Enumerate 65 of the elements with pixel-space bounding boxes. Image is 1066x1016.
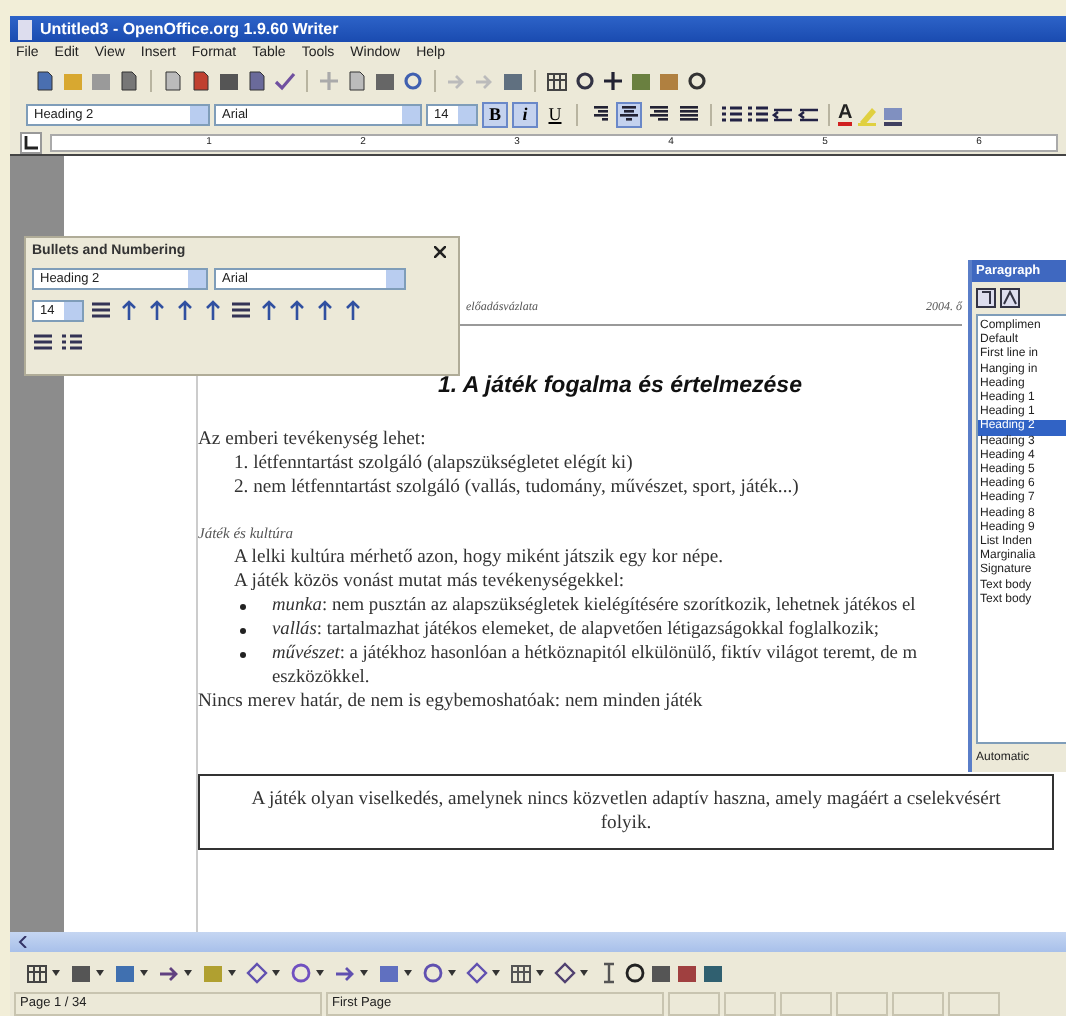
dropdown-caret-icon[interactable]	[360, 969, 368, 975]
up-icon[interactable]	[258, 300, 280, 322]
table-icon[interactable]	[546, 69, 568, 91]
horizontal-scrollbar[interactable]	[10, 932, 1066, 952]
scroll-left-icon[interactable]	[18, 936, 28, 948]
status-bar-field	[892, 992, 944, 1016]
dropdown-caret-icon[interactable]	[228, 969, 236, 975]
document-icon[interactable]	[162, 69, 184, 91]
plus-icon[interactable]	[602, 69, 624, 91]
bullet-icon	[240, 604, 246, 610]
list-item-text: vallás: tartalmazhat játékos elemeket, de alapvetően létigazságokkal foglalkozik;	[272, 618, 880, 642]
document-heading: 1. A játék fogalma és értelmezése	[438, 374, 802, 398]
paragraph-styles-icon[interactable]	[976, 288, 996, 308]
paragraph: 2. nem létfenntartást szolgáló (vallás, tudomány, művészet, sport, játék...)	[232, 476, 799, 500]
align-center-button[interactable]	[616, 101, 642, 127]
align-right-button[interactable]	[646, 101, 672, 127]
status-bar-field	[724, 992, 776, 1016]
align-justify-button[interactable]	[676, 101, 702, 127]
dropdown-caret-icon[interactable]	[184, 969, 192, 975]
background-color-icon[interactable]	[882, 103, 905, 125]
status-bar-field	[668, 992, 720, 1016]
list-icon[interactable]	[230, 300, 252, 322]
new-document-icon[interactable]	[34, 69, 56, 91]
paragraph: A játék közös vonást mutat más tevékenységekkel:	[232, 570, 625, 594]
up-sub-icon[interactable]	[314, 300, 336, 322]
dropdown-caret-icon[interactable]	[272, 969, 280, 975]
status-bar-field	[948, 992, 1000, 1016]
status-bar-field	[836, 992, 888, 1016]
dropdown-caret-icon[interactable]	[492, 969, 500, 975]
list-icon[interactable]	[60, 332, 82, 354]
boxed-definition: A játék olyan viselkedés, amelynek nincs közvetlen adaptív haszna, amely magáért a cselekvésért folyik.	[198, 774, 1054, 850]
diamond-icon[interactable]	[246, 961, 268, 983]
square-icon[interactable]	[378, 961, 400, 983]
tab-stop-icon[interactable]	[20, 132, 42, 154]
paragraph: 1. létfenntartást szolgáló (alapszükségletet elégít ki)	[232, 452, 633, 476]
bullet-list-icon[interactable]	[720, 103, 742, 125]
paragraph: A lelki kultúra mérhető azon, hogy miként játszik egy kor népe.	[232, 546, 724, 570]
font-color-button[interactable]: A	[838, 103, 853, 125]
close-icon[interactable]	[434, 245, 446, 257]
paragraph: Az emberi tevékenység lehet:	[198, 428, 426, 452]
table-icon[interactable]	[26, 961, 48, 983]
dropdown-caret-icon[interactable]	[96, 969, 104, 975]
document-icon	[16, 19, 34, 39]
dropdown-caret-icon[interactable]	[52, 969, 60, 975]
bullet-icon	[240, 628, 246, 634]
list-item-text: művészet: a játékhoz hasonlóan a hétköznapitól elkülönülő, fiktív világot teremt, de m	[272, 642, 918, 666]
underline-button[interactable]: U	[542, 101, 568, 127]
dropdown-caret-icon[interactable]	[580, 969, 588, 975]
text-cursor-icon[interactable]	[598, 961, 620, 983]
dropdown-caret-icon[interactable]	[316, 969, 324, 975]
paragraph: Nincs merev határ, de nem is egybemoshatóak: nem minden játék	[198, 690, 703, 714]
move-up-icon[interactable]	[174, 300, 196, 322]
status-bar-field	[780, 992, 832, 1016]
dropdown-caret-icon[interactable]	[140, 969, 148, 975]
dropdown-caret-icon[interactable]	[448, 969, 456, 975]
dropdown-caret-icon[interactable]	[404, 969, 412, 975]
italic-button[interactable]: i	[512, 101, 538, 127]
dropdown-caret-icon[interactable]	[536, 969, 544, 975]
bullet-icon	[240, 652, 246, 658]
spellcheck-icon[interactable]	[274, 69, 296, 91]
character-styles-icon[interactable]	[1000, 288, 1020, 308]
list-item-text: munka: nem pusztán az alapszükségletek kielégítésére szorítkozik, lehetnek játékos el	[272, 594, 916, 618]
bold-button[interactable]: B	[482, 101, 508, 127]
window-title: Untitled3 - OpenOffice.org 1.9.60 Writer	[40, 20, 339, 38]
list-item-text: eszközökkel.	[272, 666, 370, 690]
